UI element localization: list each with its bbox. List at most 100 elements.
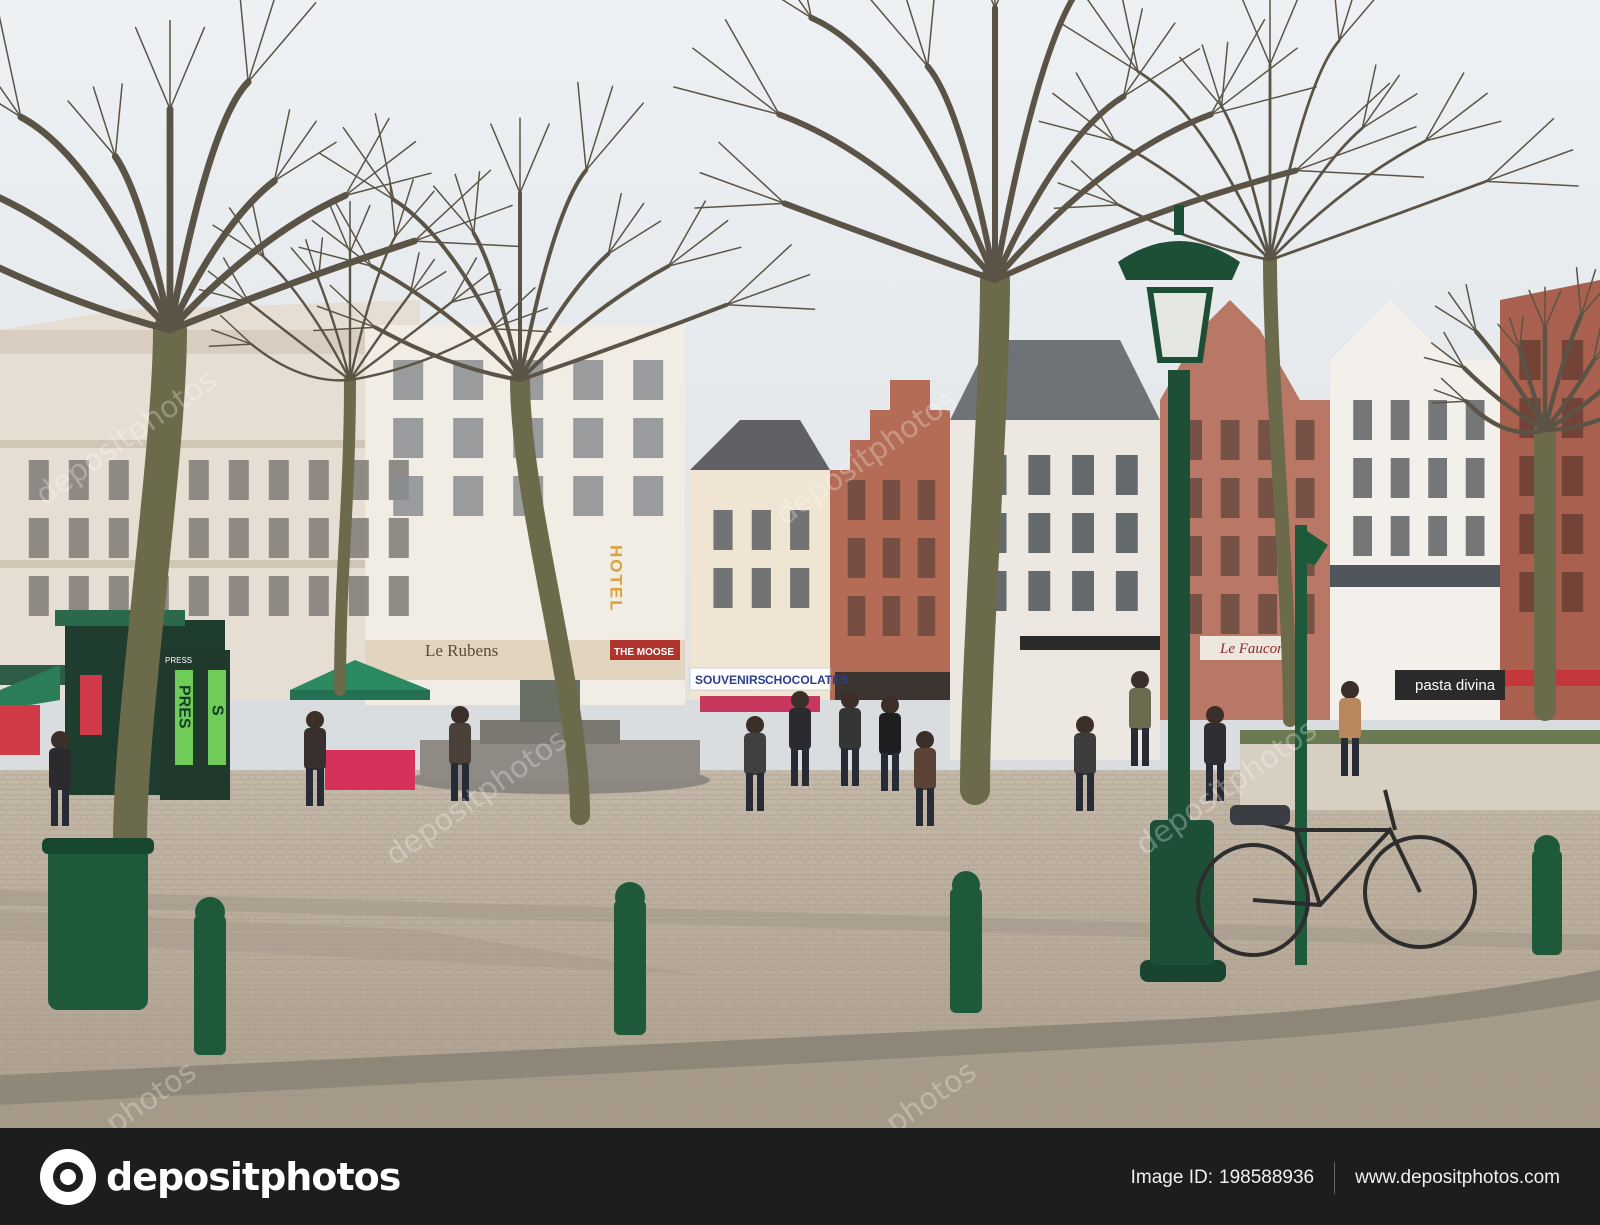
sign-le-rubens: Le Rubens	[425, 641, 498, 660]
building-window	[1353, 400, 1372, 440]
building-window	[882, 480, 901, 520]
building-window	[790, 510, 810, 550]
building-window	[1561, 456, 1584, 496]
building-window	[1561, 514, 1584, 554]
stock-footer-bar: depositphotos Image ID: 198588936 www.de…	[0, 1128, 1600, 1225]
building-window	[1428, 400, 1447, 440]
building-window	[308, 518, 329, 558]
sign-hotel: HOTEL	[607, 545, 626, 613]
building-window	[1115, 513, 1138, 553]
person	[51, 731, 69, 749]
building-window	[1258, 536, 1277, 576]
person	[306, 711, 324, 729]
person	[916, 731, 934, 749]
building-window	[68, 518, 89, 558]
building-window	[228, 518, 249, 558]
camera-icon	[40, 1149, 96, 1205]
building-window	[1390, 516, 1410, 556]
building-window	[68, 460, 89, 500]
building-window	[1561, 572, 1584, 612]
building-window	[228, 576, 249, 616]
image-id: 198588936	[1219, 1167, 1315, 1188]
building-window	[1295, 420, 1315, 460]
building-window	[348, 518, 369, 558]
building-window	[917, 596, 936, 636]
sign-pasta-divina: pasta divina	[1415, 677, 1496, 694]
building-window	[1220, 594, 1240, 634]
building-window	[1072, 455, 1094, 495]
image-id-label: Image ID:	[1130, 1167, 1213, 1188]
building-window	[790, 568, 810, 608]
building-window	[393, 476, 424, 516]
sign-souvenirs: SOUVENIRS	[695, 673, 766, 687]
building-window	[268, 576, 289, 616]
building-window	[1353, 458, 1372, 498]
person	[451, 706, 469, 724]
building-window	[1220, 536, 1240, 576]
building-window	[308, 576, 329, 616]
building-window	[268, 460, 289, 500]
person	[1341, 681, 1359, 699]
building-window	[917, 538, 936, 578]
building-window	[713, 568, 733, 608]
building-window	[1465, 516, 1485, 556]
building-window	[188, 518, 209, 558]
building-window	[1258, 594, 1277, 634]
building-window	[1028, 571, 1051, 611]
building-window	[388, 576, 409, 616]
building-window	[1390, 400, 1410, 440]
sign-the-moose: THE MOOSE	[614, 647, 674, 658]
person	[746, 716, 764, 734]
sign-le-faucon: Le Faucon	[1219, 641, 1285, 657]
building-window	[108, 518, 129, 558]
building-window	[268, 518, 289, 558]
building-window	[308, 460, 329, 500]
building-window	[388, 518, 409, 558]
building-window	[882, 596, 901, 636]
building-window	[1072, 513, 1094, 553]
person	[1131, 671, 1149, 689]
brand-logo[interactable]: depositphotos	[40, 1149, 401, 1205]
person	[1076, 716, 1094, 734]
building-window	[713, 510, 733, 550]
building-window	[1390, 458, 1410, 498]
building-window	[633, 418, 664, 458]
building-window	[1220, 420, 1240, 460]
building-window	[188, 460, 209, 500]
building-window	[847, 596, 866, 636]
building-window	[28, 460, 49, 500]
site-url[interactable]: www.depositphotos.com	[1355, 1167, 1560, 1189]
building-window	[847, 538, 866, 578]
building-window	[1428, 458, 1447, 498]
building-window	[1220, 478, 1240, 518]
building-window	[917, 480, 936, 520]
building-window	[633, 360, 664, 400]
photo-square-scene: HOTEL Le Rubens THE MOOSE SOUVENIRS CHOC…	[0, 0, 1600, 1128]
building-window	[188, 576, 209, 616]
image-meta: Image ID: 198588936 www.depositphotos.co…	[1131, 1162, 1560, 1194]
building-window	[573, 360, 604, 400]
kiosk-sign-s: S	[209, 705, 226, 716]
sign-chocolates: CHOCOLATES	[765, 673, 848, 687]
building-window	[751, 568, 771, 608]
building-window	[1295, 478, 1315, 518]
person	[841, 691, 859, 709]
building-window	[1115, 455, 1138, 495]
building-white-stepped	[1330, 300, 1500, 720]
building-window	[453, 476, 484, 516]
kiosk-sign-press: PRESS	[165, 656, 192, 665]
building-window	[28, 518, 49, 558]
meta-divider	[1334, 1162, 1336, 1194]
building-window	[882, 538, 901, 578]
kiosk-sign-pres: PRES	[176, 685, 193, 729]
person	[881, 696, 899, 714]
building-window	[1115, 571, 1138, 611]
building-window	[1428, 516, 1447, 556]
brand-name: depositphotos	[106, 1155, 401, 1199]
building-window	[751, 510, 771, 550]
trash-bin	[48, 845, 148, 1010]
building-window	[1028, 455, 1051, 495]
building-window	[348, 576, 369, 616]
building-window	[1465, 458, 1485, 498]
person	[791, 691, 809, 709]
